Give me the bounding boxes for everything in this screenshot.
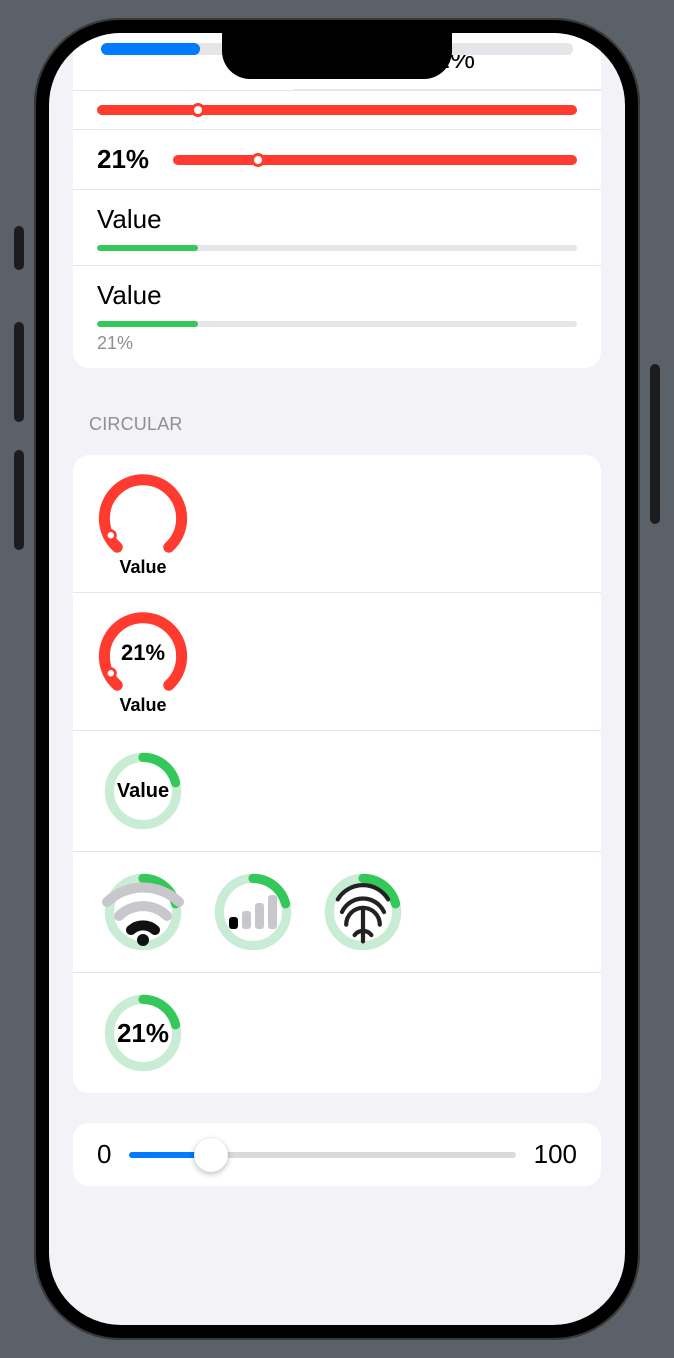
circular-section-header: CIRCULAR	[89, 414, 585, 435]
open-gauge-red-1[interactable]	[97, 469, 189, 561]
progress-title: Value	[97, 204, 577, 235]
ring-icons-row	[73, 851, 601, 972]
red-slider-2[interactable]	[173, 155, 577, 165]
slider-max-label: 100	[534, 1139, 577, 1170]
ring-green-percent-row: 21%	[73, 972, 601, 1093]
red-slider-row-1	[73, 90, 601, 129]
screen: 21% 21% Value	[49, 33, 625, 1325]
slider-min-label: 0	[97, 1139, 111, 1170]
gauge-center-text: 21%	[97, 607, 189, 699]
ring-green-value-row: Value	[73, 730, 601, 851]
gauge-red-row-2: 21% Value	[73, 592, 601, 730]
ring-wifi[interactable]	[101, 870, 185, 954]
volume-up-button	[14, 322, 24, 422]
circular-gauges-card: Value 21% Value	[73, 455, 601, 1093]
bottom-slider[interactable]	[129, 1152, 515, 1158]
ring-green-value[interactable]: Value	[101, 749, 185, 833]
progress-title: Value	[97, 280, 577, 311]
slider-thumb[interactable]	[191, 103, 205, 117]
notch	[222, 33, 452, 79]
wifi-icon	[101, 870, 185, 954]
progress-bar-1	[97, 245, 577, 251]
progress-caption: 21%	[97, 333, 577, 354]
phone-frame: 21% 21% Value	[34, 18, 640, 1340]
open-gauge-red-2[interactable]: 21%	[97, 607, 189, 699]
progress-bar-2	[97, 321, 577, 327]
mute-switch	[14, 226, 24, 270]
power-button	[650, 364, 660, 524]
slider-knob[interactable]	[194, 1138, 228, 1172]
ring-cellular[interactable]	[211, 870, 295, 954]
red-slider-1[interactable]	[97, 105, 577, 115]
slider-thumb[interactable]	[251, 153, 265, 167]
gauge-red-row-1: Value	[73, 455, 601, 592]
cellular-bars-icon	[211, 870, 295, 954]
value-progress-row-2: Value 21%	[73, 265, 601, 368]
slider-value-label: 21%	[97, 144, 157, 175]
bottom-slider-card: 0 100	[73, 1123, 601, 1186]
ring-center-text: 21%	[117, 1018, 169, 1049]
ring-touchid[interactable]	[321, 870, 405, 954]
volume-down-button	[14, 450, 24, 550]
value-progress-row-1: Value	[73, 189, 601, 265]
fingerprint-icon	[321, 870, 405, 954]
red-slider-row-2: 21%	[73, 129, 601, 189]
ring-green-percent[interactable]: 21%	[101, 991, 185, 1075]
ring-center-text: Value	[117, 780, 169, 803]
linear-gauges-card: 21% 21% Value	[73, 33, 601, 368]
top-progress-fill	[101, 43, 200, 55]
